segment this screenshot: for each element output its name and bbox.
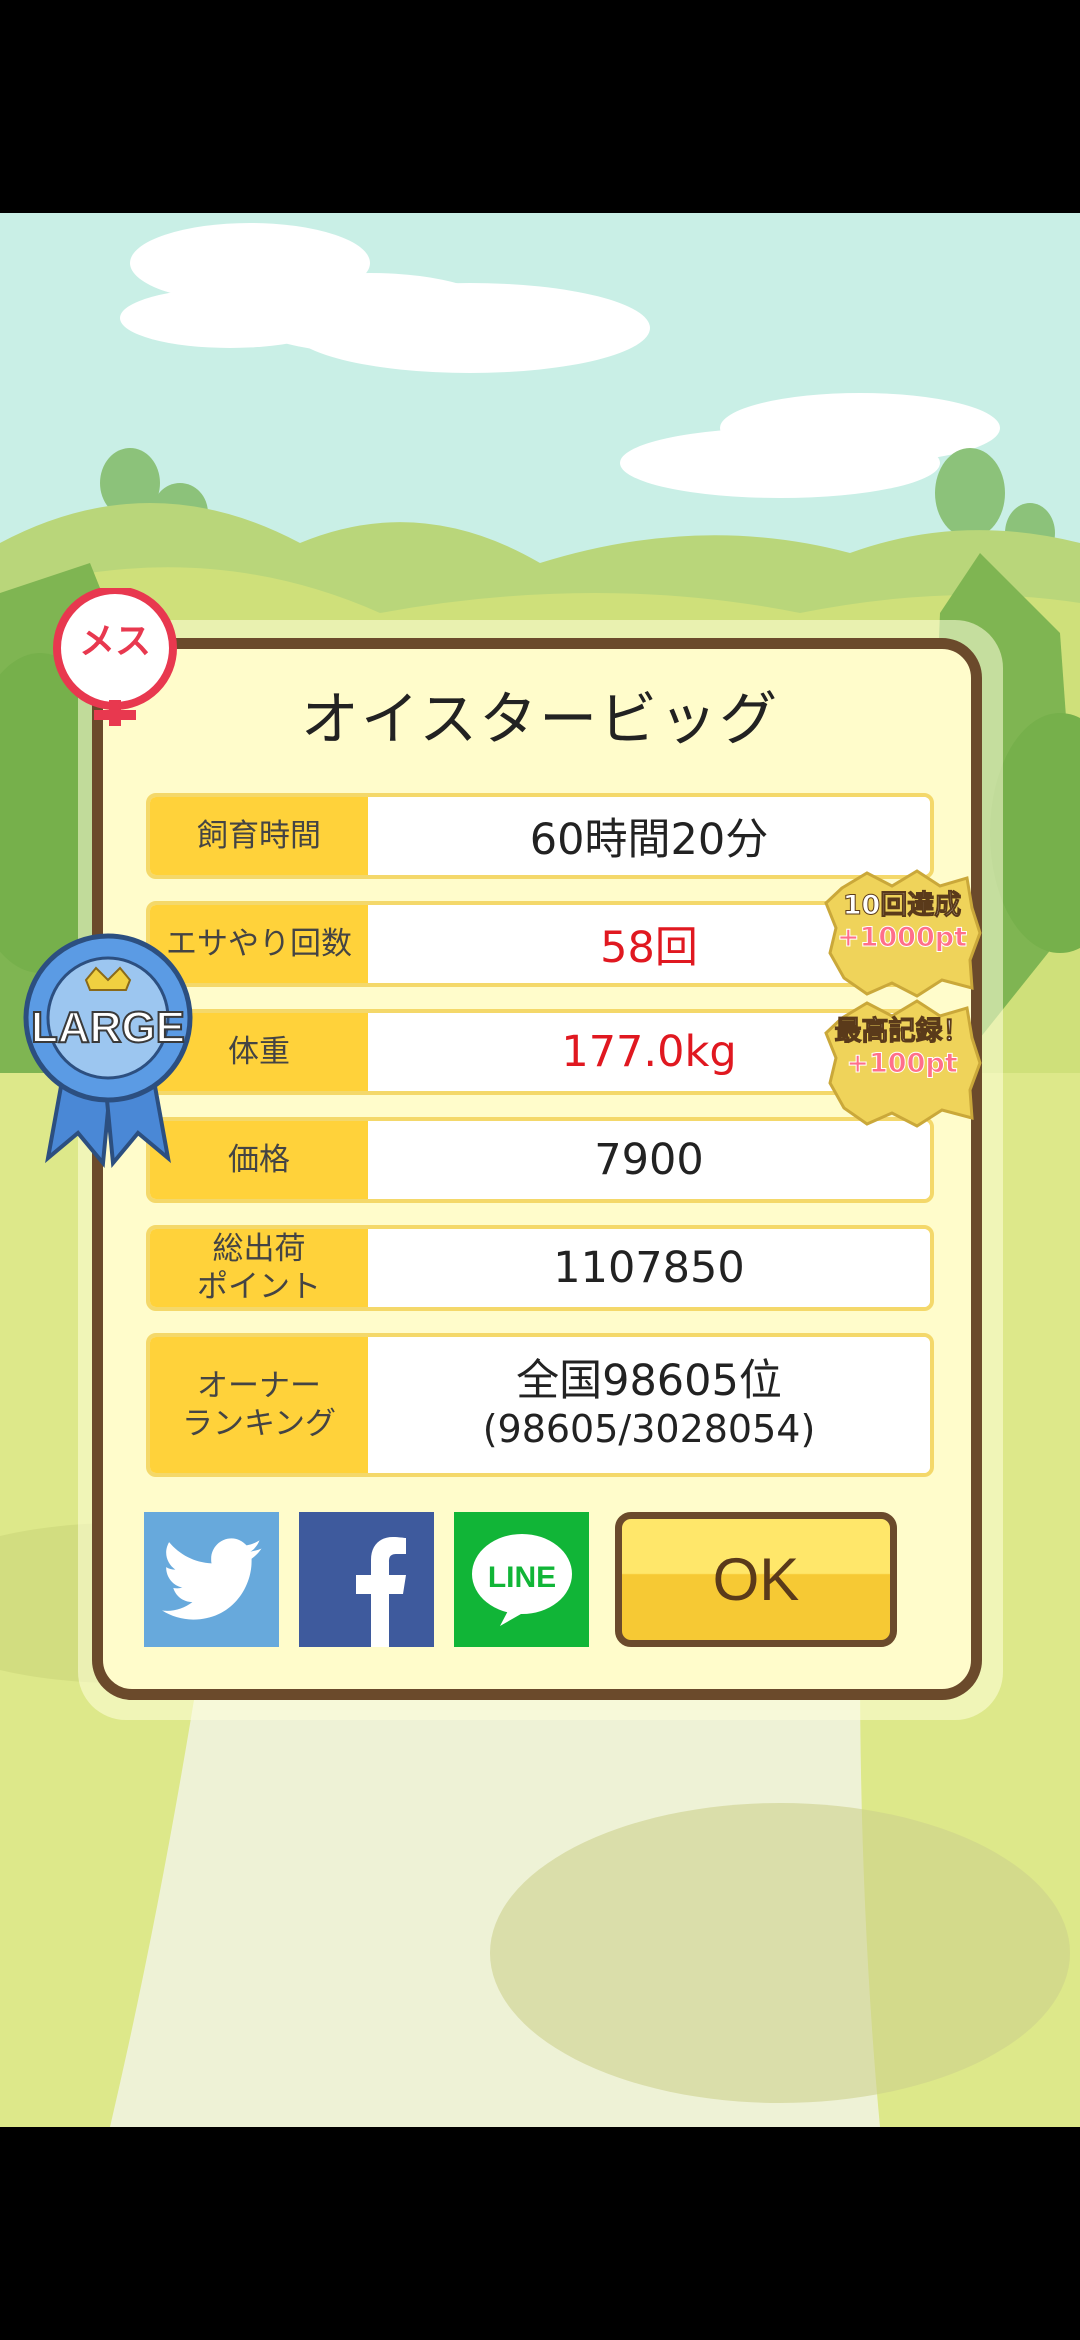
line-label: LINE xyxy=(487,1561,555,1594)
record-bonus-points: +100pt xyxy=(846,1048,958,1080)
row-owner-ranking: オーナー ランキング 全国98605位 (98605/3028054) xyxy=(146,1333,934,1477)
feed-bonus-title: 10回達成 xyxy=(842,890,962,922)
line-share-button[interactable]: LINE xyxy=(454,1512,589,1647)
row-total-shipping-points: 総出荷 ポイント 1107850 xyxy=(146,1225,934,1311)
shipping-points-value: 1107850 xyxy=(368,1229,930,1307)
gender-label: メス xyxy=(78,621,151,662)
row-label: 飼育時間 xyxy=(150,797,368,875)
row-label: 総出荷 ポイント xyxy=(150,1229,368,1307)
line-icon: LINE xyxy=(471,1533,572,1626)
row-breeding-time: 飼育時間 60時間20分 xyxy=(146,793,934,879)
price-value: 7900 xyxy=(368,1121,930,1199)
twitter-bird-icon xyxy=(161,1537,262,1620)
record-bonus-badge: 最高記録！ +100pt xyxy=(822,998,982,1128)
record-bonus-title: 最高記録！ xyxy=(834,1016,970,1048)
row-feed-count: エサやり回数 58回 xyxy=(146,901,934,987)
row-weight: 体重 177.0kg xyxy=(146,1009,934,1095)
ranking-position: 全国98605位 xyxy=(516,1356,782,1406)
facebook-share-button[interactable] xyxy=(299,1512,434,1647)
row-label: オーナー ランキング xyxy=(150,1337,368,1473)
facebook-f-icon xyxy=(356,1537,406,1647)
ok-button[interactable]: OK xyxy=(615,1512,897,1647)
ribbon-label: LARGE xyxy=(30,1002,186,1053)
feed-bonus-points: +1000pt xyxy=(836,922,967,954)
feed-bonus-badge: 10回達成 +1000pt xyxy=(822,868,982,998)
ranking-value: 全国98605位 (98605/3028054) xyxy=(368,1337,930,1473)
row-price: 価格 7900 xyxy=(146,1117,934,1203)
ranking-detail: (98605/3028054) xyxy=(482,1407,816,1451)
twitter-share-button[interactable] xyxy=(144,1512,279,1647)
breeding-time-value: 60時間20分 xyxy=(368,797,930,875)
